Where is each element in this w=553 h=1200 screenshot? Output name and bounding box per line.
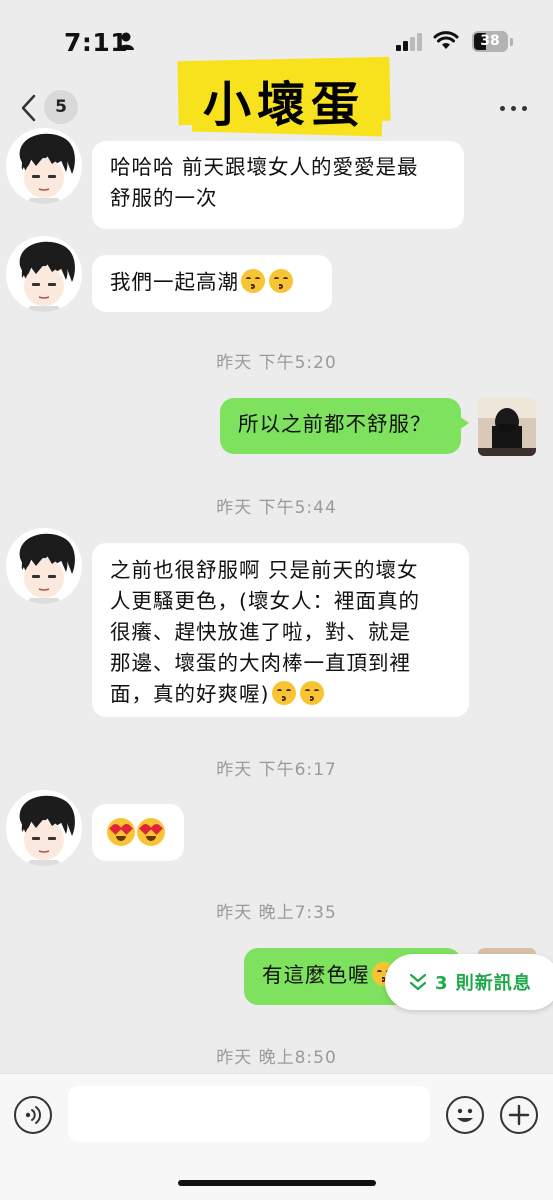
contact-avatar[interactable] (6, 128, 82, 204)
message-text: 舒服的一次 (110, 186, 218, 210)
wifi-icon (433, 31, 459, 49)
emoji-icon (457, 1108, 473, 1122)
voice-icon (25, 1106, 41, 1124)
message-text: 很癢、趕快放進了啦，對、就是 (110, 620, 411, 644)
chat-title[interactable]: 小壞蛋 (178, 65, 390, 135)
back-button[interactable]: 5 (18, 90, 82, 126)
message-text: 有這麼色喔 (262, 963, 370, 987)
outgoing-message[interactable]: 所以之前都不舒服？ (220, 398, 469, 454)
chat-header: 5 小壞蛋 (0, 56, 553, 137)
timestamp: 昨天 晚上8:50 (216, 1048, 337, 1068)
kissing-face-emoji (269, 269, 293, 293)
contact-avatar[interactable] (6, 790, 82, 866)
message-text: 所以之前都不舒服？ (238, 412, 432, 436)
battery-level: 38 (480, 33, 500, 49)
contact-avatar[interactable] (6, 528, 82, 604)
message-text: 人更騷更色，(壞女人：裡面真的 (110, 589, 420, 613)
battery-icon: 38 (472, 31, 514, 52)
incoming-message[interactable]: 我們一起高潮 (92, 255, 332, 312)
more-dots-icon[interactable] (496, 98, 532, 118)
new-messages-label: 3 則新訊息 (435, 973, 532, 994)
plus-button[interactable] (500, 1096, 538, 1134)
new-messages-button[interactable]: 3 則新訊息 (385, 954, 553, 1010)
chevron-left-icon (21, 94, 36, 122)
heart-eyes-emoji (107, 818, 135, 846)
kissing-face-emoji (271, 681, 296, 705)
unread-badge: 5 (44, 90, 78, 124)
incoming-message[interactable] (92, 804, 184, 861)
user-avatar[interactable] (478, 398, 536, 456)
plus-icon (508, 1104, 530, 1126)
person-icon (118, 32, 134, 50)
contact-avatar[interactable] (6, 236, 82, 312)
message-text: 之前也很舒服啊 只是前天的壞女 (110, 558, 419, 582)
double-chevron-down-icon (409, 973, 427, 991)
signal-icon (396, 33, 422, 51)
timestamp: 昨天 下午5:20 (216, 353, 337, 373)
incoming-message[interactable]: 哈哈哈 前天跟壞女人的愛愛是最 舒服的一次 (92, 141, 464, 229)
heart-eyes-emoji (137, 818, 165, 846)
incoming-message[interactable]: 之前也很舒服啊 只是前天的壞女 人更騷更色，(壞女人：裡面真的 很癢、趕快放進了… (92, 543, 469, 717)
message-input[interactable] (68, 1086, 430, 1142)
timestamp: 昨天 晚上7:35 (216, 903, 337, 923)
message-text: 哈哈哈 前天跟壞女人的愛愛是最 (110, 155, 419, 179)
message-text: 那邊、壞蛋的大肉棒一直頂到裡 (110, 651, 411, 675)
timestamp: 昨天 下午5:44 (216, 498, 337, 518)
kissing-face-emoji (299, 681, 324, 705)
kissing-face-emoji (241, 269, 265, 293)
emoji-button[interactable] (446, 1096, 484, 1134)
timestamp: 昨天 下午6:17 (216, 760, 337, 780)
message-text: 面，真的好爽喔) (110, 682, 270, 706)
home-indicator (178, 1180, 376, 1186)
message-input-bar (0, 1073, 553, 1200)
message-text: 我們一起高潮 (110, 270, 239, 294)
voice-button[interactable] (14, 1096, 52, 1134)
